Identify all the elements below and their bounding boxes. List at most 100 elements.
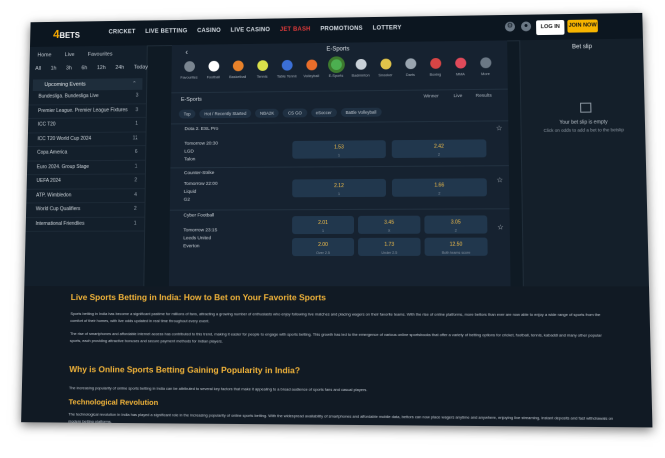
sidebar-league-row[interactable]: ICC T20 1 [27, 117, 146, 133]
chip-esoccer[interactable]: eSoccer [310, 108, 337, 118]
nav-link-live-casino[interactable]: LIVE CASINO [231, 27, 271, 33]
article-paragraph: The technological revolution in India ha… [68, 411, 614, 424]
sport-tab[interactable]: Badminton [351, 58, 371, 91]
chip-csgo[interactable]: CS GO [283, 108, 307, 118]
filter-live[interactable]: Live [454, 94, 463, 99]
time-filter-6h[interactable]: 6h [81, 65, 87, 71]
time-filter-12h[interactable]: 12h [97, 65, 106, 71]
main-menu: CRICKET LIVE BETTING CASINO LIVE CASINO … [109, 25, 402, 35]
chip-nba2k[interactable]: NBA2K [255, 108, 280, 118]
odds-button[interactable]: 2.00 Over 2.5 [292, 237, 355, 257]
sidebar-league-row[interactable]: Euro 2024. Group Stage 1 [26, 160, 146, 176]
left-sidebar: Home Live Favourites All 1h 3h 6h 12h 24… [24, 45, 148, 287]
odds-button[interactable]: 12.50 Both teams score [424, 237, 488, 256]
bet-slip-empty-hint: Click on odds to add a bet to the betsli… [543, 127, 625, 133]
time-filter-all[interactable]: All [35, 66, 41, 72]
screenshot-frame: 4BETS CRICKET LIVE BETTING CASINO LIVE C… [21, 12, 653, 428]
ticket-icon [580, 102, 592, 113]
article-paragraph: Sports betting in India has become a sig… [70, 310, 601, 324]
odds-button[interactable]: 3.05 2 [424, 215, 488, 234]
nav-link-jet-bash[interactable]: JET BASH [280, 27, 311, 33]
nav-link-live-betting[interactable]: LIVE BETTING [145, 28, 187, 34]
article-paragraph: The rise of smartphones and affordable i… [69, 330, 602, 344]
chip-top[interactable]: Top [178, 109, 196, 119]
odds-button[interactable]: 2.42 2 [391, 139, 487, 158]
site-logo[interactable]: 4BETS [53, 27, 80, 41]
page-title: E-Sports [326, 46, 350, 53]
sport-tab[interactable]: Football [203, 60, 223, 92]
sidebar-league-row[interactable]: ICC T20 World Cup 2024 11 [27, 131, 146, 148]
sport-tab[interactable]: Darts [400, 58, 420, 90]
bet-slip-panel: Bet slip Your bet slip is empty Click on… [519, 38, 651, 287]
sidebar-league-row[interactable]: Premier League. Premier League Fixtures 3 [28, 103, 146, 119]
snooker-icon [379, 58, 391, 70]
darts-icon [404, 58, 416, 70]
article-paragraph: The increasing popularity of online spor… [68, 385, 368, 393]
sport-tab[interactable]: Table Tennis [277, 59, 297, 91]
sport-tab[interactable]: Basketball [228, 60, 248, 91]
join-button[interactable]: JOIN NOW [567, 19, 598, 33]
sidebar-league-row[interactable]: Copa America 6 [27, 146, 146, 162]
article-heading: Why is Online Sports Betting Gaining Pop… [69, 364, 301, 376]
sidebar-tab-favourites[interactable]: Favourites [88, 52, 113, 58]
odds-button[interactable]: 2.12 1 [292, 178, 387, 198]
filter-results[interactable]: Results [476, 94, 492, 99]
match-row: Dota 2. ESL Pro ☆ Tomorrow 20:30 LGD Tal… [170, 120, 509, 168]
mma-icon [454, 57, 466, 69]
odds-button[interactable]: 3.45 X [358, 215, 421, 234]
table-tennis-icon [281, 59, 293, 71]
odds-button[interactable]: 2.01 1 [292, 215, 355, 235]
sidebar-league-row[interactable]: International Friendlies 1 [25, 217, 145, 232]
sidebar-league-row[interactable]: ATP. Wimbledon 4 [26, 188, 145, 204]
chip-volleyball[interactable]: Battle Volleyball [340, 107, 382, 117]
time-filter-24h[interactable]: 24h [115, 65, 124, 71]
login-button[interactable]: LOG IN [536, 19, 565, 36]
user-icon[interactable]: ● [520, 21, 532, 32]
nav-link-cricket[interactable]: CRICKET [109, 29, 136, 35]
seo-article: Live Sports Betting in India: How to Bet… [21, 286, 653, 428]
events-panel: ‹ E-Sports Favourites Football Basketbal… [168, 40, 511, 287]
chip-hot[interactable]: Hot / Recently Started [199, 109, 252, 119]
sidebar-tab-home[interactable]: Home [37, 52, 51, 58]
sidebar-league-row[interactable]: Bundesliga. Bundesliga Live 3 [28, 89, 147, 105]
favourite-star-icon[interactable]: ☆ [496, 124, 502, 132]
sidebar-tab-live[interactable]: Live [65, 52, 75, 58]
time-filter-today[interactable]: Today [134, 65, 148, 71]
sidebar-league-row[interactable]: World Cup Qualifiers 2 [25, 202, 145, 218]
boxing-icon [429, 57, 441, 69]
more-icon [479, 57, 491, 69]
sport-tab[interactable]: MMA [450, 57, 470, 90]
sport-tab[interactable]: Boxing [425, 57, 445, 90]
sport-tab[interactable]: Tennis [252, 60, 272, 91]
article-heading: Live Sports Betting in India: How to Bet… [70, 292, 326, 303]
odds-button[interactable]: 1.66 2 [391, 178, 487, 197]
time-filter-3h[interactable]: 3h [66, 66, 72, 72]
sport-tab-active[interactable]: E-Sports [326, 59, 346, 90]
nav-link-lottery[interactable]: LOTTERY [373, 25, 402, 31]
sport-tab[interactable]: Favourites [179, 61, 199, 92]
odds-button[interactable]: 1.73 Under 2.5 [358, 237, 421, 256]
tennis-icon [256, 60, 268, 71]
odds-button[interactable]: 1.53 1 [292, 140, 386, 159]
esports-icon [330, 59, 342, 71]
match-league: Dota 2. ESL Pro [184, 126, 219, 133]
match-row: Counter-Strike ☆ Tomorrow 22:00 Liquid G… [169, 165, 510, 210]
time-filter-1h[interactable]: 1h [51, 66, 57, 72]
nav-link-promotions[interactable]: PROMOTIONS [320, 26, 362, 32]
bet-slip-empty-title: Your bet slip is empty [559, 119, 608, 126]
nav-icons: ⚙ ● [504, 21, 532, 32]
time-filter: All 1h 3h 6h 12h 24h Today [29, 57, 148, 72]
sidebar-league-row[interactable]: UEFA 2024 2 [26, 174, 145, 190]
sport-tab[interactable]: Volleyball [301, 59, 321, 90]
team-away: G2 [183, 197, 190, 203]
favourite-star-icon[interactable]: ☆ [497, 223, 503, 231]
basketball-icon [232, 60, 244, 72]
filter-winner[interactable]: Winner [423, 94, 438, 99]
football-icon [207, 60, 219, 72]
settings-icon[interactable]: ⚙ [504, 21, 516, 32]
sport-tab[interactable]: More [475, 57, 495, 89]
nav-link-casino[interactable]: CASINO [197, 28, 221, 34]
favourite-star-icon[interactable]: ☆ [497, 176, 503, 184]
filter-label: E-Sports [180, 96, 202, 103]
sport-tab[interactable]: Snooker [375, 58, 395, 91]
